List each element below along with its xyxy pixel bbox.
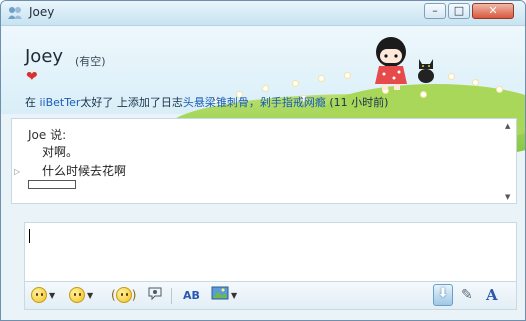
flower-decoration — [293, 81, 298, 86]
message-input[interactable] — [24, 222, 517, 282]
flower-decoration — [345, 73, 350, 78]
received-image-placeholder[interactable] — [28, 180, 76, 189]
heart-icon: ❤ — [26, 69, 38, 85]
scroll-up-icon[interactable]: ▲ — [505, 122, 510, 130]
flower-decoration — [449, 74, 454, 79]
nudge-button[interactable]: ( ) — [111, 285, 136, 305]
cat-illustration-icon — [415, 55, 437, 83]
contact-status: (有空) — [75, 55, 106, 68]
close-button[interactable]: ✕ — [472, 3, 514, 19]
scroll-down-icon[interactable]: ▼ — [505, 193, 510, 201]
background-icon — [211, 285, 229, 305]
send-down-button[interactable]: ⬇ — [433, 284, 453, 306]
font-change-icon: AB — [183, 288, 200, 302]
chat-history[interactable]: ▷ Joe 说: 对啊。 什么时候去花啊 ▲ ▼ — [11, 118, 517, 204]
emoticon-icon — [31, 287, 47, 303]
send-down-icon: ⬇ — [437, 286, 449, 301]
title-bar[interactable]: Joey – □ ✕ — [1, 1, 525, 26]
contact-activity: 在 iiBetTer太好了 上添加了日志头悬梁锥刺骨，剁手指戒网瘾 (11 小时… — [25, 94, 388, 110]
text-caret — [29, 229, 30, 243]
maximize-button[interactable]: □ — [448, 3, 470, 19]
contact-header: Joey (有空) ❤ 在 iiBetTer太好了 上添加了日志头悬梁锥刺骨，剁… — [1, 26, 525, 164]
girl-illustration-icon — [369, 34, 413, 92]
window-title: Joey — [29, 5, 55, 19]
font-style-button[interactable]: AB — [183, 285, 200, 305]
expand-arrow-icon[interactable]: ▷ — [14, 167, 20, 176]
activity-link-post[interactable]: 头悬梁锥刺骨，剁手指戒网瘾 — [183, 96, 326, 109]
flower-decoration — [473, 80, 478, 85]
chevron-down-icon: ▼ — [87, 290, 94, 300]
font-icon[interactable]: A — [486, 286, 498, 304]
emoticon-button[interactable]: ▼ — [31, 285, 55, 305]
flower-decoration — [263, 86, 268, 91]
flower-decoration — [319, 76, 324, 81]
background-button[interactable]: ▼ — [211, 285, 237, 305]
wink-icon — [69, 287, 85, 303]
contact-name[interactable]: Joey — [25, 46, 63, 67]
activity-link-blog[interactable]: iiBetTer — [40, 96, 81, 109]
activity-middle: 太好了 上添加了日志 — [80, 96, 183, 109]
chat-window: Joey – □ ✕ Joey (有空) ❤ 在 iiBetTer太好了 上添加… — [0, 0, 526, 321]
nudge-face-icon — [115, 287, 132, 303]
minimize-button[interactable]: – — [424, 3, 446, 19]
flower-decoration — [497, 87, 502, 92]
handwriting-icon[interactable]: ✎ — [461, 287, 473, 303]
flower-decoration — [421, 92, 426, 97]
nudge-icon-right: ) — [131, 288, 137, 302]
chat-message: 什么时候去花啊 — [42, 164, 127, 178]
chat-sender: Joe 说: — [28, 128, 67, 142]
nudge-icon: ( — [111, 288, 116, 302]
chevron-down-icon: ▼ — [231, 290, 238, 300]
voice-clip-icon — [147, 285, 163, 305]
toolbar-divider — [171, 288, 172, 304]
chevron-down-icon: ▼ — [49, 290, 56, 300]
chat-message: 对啊。 — [42, 145, 79, 159]
message-toolbar: ▼ ▼ ( ) AB ▼ ⬇ ✎ A — [24, 282, 517, 310]
messenger-icon — [7, 5, 23, 21]
activity-time: (11 小时前) — [325, 96, 389, 109]
voice-clip-button[interactable] — [147, 285, 163, 305]
chat-scrollbar[interactable]: ▲ ▼ — [503, 120, 515, 202]
activity-prefix: 在 — [25, 96, 40, 109]
wink-button[interactable]: ▼ — [69, 285, 93, 305]
